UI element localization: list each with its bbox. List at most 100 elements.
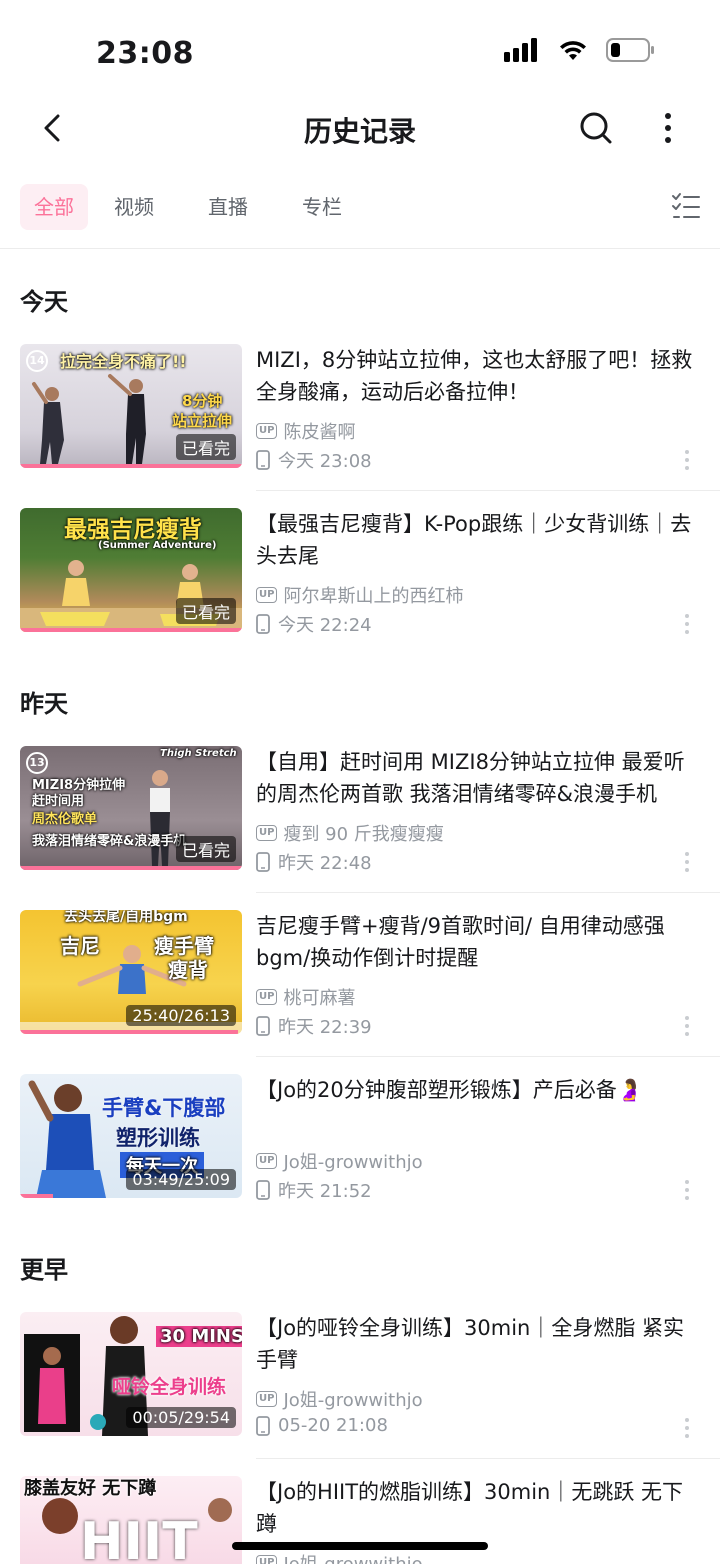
thumbnail-caption: (Summer Adventure) xyxy=(98,540,217,551)
tab-article[interactable]: 专栏 xyxy=(288,184,356,230)
thumbnail-caption: 8分钟 xyxy=(182,392,223,410)
item-more-button[interactable] xyxy=(680,1178,694,1202)
vertical-dots-icon xyxy=(685,450,689,470)
thumbnail-caption: 手臂&下腹部 xyxy=(102,1096,226,1120)
thumbnail-caption: 膝盖友好 无下蹲 xyxy=(24,1478,157,1499)
watch-progress-bar xyxy=(20,1030,238,1034)
video-thumbnail[interactable]: 去头去尾/自用bgm 吉尼 瘦手臂 瘦背 25:40/26:13 xyxy=(20,910,242,1034)
video-title[interactable]: 【Jo的哑铃全身训练】30min｜全身燃脂 紧实手臂 xyxy=(256,1312,702,1376)
tab-all[interactable]: 全部 xyxy=(20,184,88,230)
tab-video[interactable]: 视频 xyxy=(100,184,168,230)
uploader[interactable]: UP Jo姐-growwithjo xyxy=(256,1386,423,1412)
search-button[interactable] xyxy=(578,108,614,148)
video-thumbnail[interactable]: 30 MINS 哑铃全身训练 00:05/29:54 xyxy=(20,1312,242,1436)
uploader[interactable]: UP 陈皮酱啊 xyxy=(256,418,355,444)
home-indicator[interactable] xyxy=(232,1542,488,1550)
thumbnail-caption: 去头去尾/自用bgm xyxy=(64,910,188,925)
search-icon xyxy=(580,112,612,144)
up-icon: UP xyxy=(256,1153,278,1169)
watch-progress-time: 03:49/25:09 xyxy=(126,1169,236,1190)
up-icon: UP xyxy=(256,825,278,841)
video-thumbnail[interactable]: 13 Thigh Stretch MIZI8分钟拉伸 赶时间用 周杰伦歌单 我落… xyxy=(20,746,242,870)
video-title[interactable]: 吉尼瘦手臂+瘦背/9首歌时间/ 自用律动感强bgm/换动作倒计时提醒 xyxy=(256,910,702,974)
item-more-button[interactable] xyxy=(680,448,694,472)
thumbnail-caption: 最强吉尼瘦背 xyxy=(64,517,202,543)
more-options-button[interactable] xyxy=(656,108,680,148)
tab-live[interactable]: 直播 xyxy=(194,184,262,230)
video-thumbnail[interactable]: 膝盖友好 无下蹲 HIIT xyxy=(20,1476,242,1564)
thumbnail-caption: 赶时间用 xyxy=(32,794,85,809)
nav-bar: 历史记录 xyxy=(0,100,720,156)
up-icon: UP xyxy=(256,1555,278,1564)
item-more-button[interactable] xyxy=(680,850,694,874)
watch-progress-time: 00:05/29:54 xyxy=(126,1407,236,1428)
history-item[interactable]: 膝盖友好 无下蹲 HIIT 【Jo的HIIT的燃脂训练】30min｜无跳跃 无下… xyxy=(0,1476,720,1564)
status-icons xyxy=(504,38,656,62)
history-item[interactable]: 去头去尾/自用bgm 吉尼 瘦手臂 瘦背 25:40/26:13 吉尼瘦手臂+瘦… xyxy=(0,910,720,1074)
vertical-dots-icon xyxy=(685,852,689,872)
watch-time-text: 05-20 21:08 xyxy=(278,1415,388,1436)
uploader[interactable]: UP Jo姐-growwithjo xyxy=(256,1550,423,1564)
watch-time-text: 今天 23:08 xyxy=(278,451,372,472)
phone-device-icon xyxy=(256,1180,270,1200)
history-item[interactable]: 最强吉尼瘦背 (Summer Adventure) 已看完 【最强吉尼瘦背】K-… xyxy=(0,508,720,672)
history-item[interactable]: 手臂&下腹部 塑形训练 每天一次 03:49/25:09 【Jo的20分钟腹部塑… xyxy=(0,1074,720,1238)
watch-time: 昨天 22:39 xyxy=(256,1013,372,1039)
history-item[interactable]: 13 Thigh Stretch MIZI8分钟拉伸 赶时间用 周杰伦歌单 我落… xyxy=(0,746,720,910)
status-bar: 23:08 xyxy=(0,0,720,100)
video-thumbnail[interactable]: 最强吉尼瘦背 (Summer Adventure) 已看完 xyxy=(20,508,242,632)
up-icon: UP xyxy=(256,989,278,1005)
checklist-icon xyxy=(672,193,700,218)
uploader-name: 阿尔卑斯山上的西红柿 xyxy=(283,586,464,607)
watch-progress-bar xyxy=(20,628,242,632)
phone-device-icon xyxy=(256,852,270,872)
section-title-earlier: 更早 xyxy=(20,1256,68,1284)
phone-device-icon xyxy=(256,450,270,470)
uploader[interactable]: UP Jo姐-growwithjo xyxy=(256,1148,423,1174)
video-thumbnail[interactable]: 手臂&下腹部 塑形训练 每天一次 03:49/25:09 xyxy=(20,1074,242,1198)
uploader-name: 瘦到 90 斤我瘦瘦瘦 xyxy=(283,824,444,845)
uploader[interactable]: UP 瘦到 90 斤我瘦瘦瘦 xyxy=(256,820,444,846)
wifi-icon xyxy=(560,41,586,60)
video-title[interactable]: MIZI，8分钟站立拉伸，这也太舒服了吧！拯救全身酸痛，运动后必备拉伸！ xyxy=(256,344,702,408)
thumbnail-caption: HIIT xyxy=(80,1512,198,1564)
item-more-button[interactable] xyxy=(680,1416,694,1440)
thumbnail-caption: 拉完全身不痛了!! xyxy=(60,352,187,371)
watch-time: 昨天 22:48 xyxy=(256,849,372,875)
uploader-name: Jo姐-growwithjo xyxy=(283,1390,423,1411)
item-divider xyxy=(256,892,720,893)
video-title[interactable]: 【Jo的HIIT的燃脂训练】30min｜无跳跃 无下蹲 xyxy=(256,1476,702,1540)
uploader[interactable]: UP 阿尔卑斯山上的西红柿 xyxy=(256,582,463,608)
watch-status-badge: 已看完 xyxy=(175,836,236,862)
item-more-button[interactable] xyxy=(680,612,694,636)
thumbnail-caption: Thigh Stretch xyxy=(160,748,237,759)
vertical-dots-icon xyxy=(665,113,671,143)
video-thumbnail[interactable]: 14 拉完全身不痛了!! 8分钟 站立拉伸 已看完 xyxy=(20,344,242,468)
item-divider xyxy=(256,1458,720,1459)
watch-progress-bar xyxy=(20,1194,54,1198)
video-title[interactable]: 【最强吉尼瘦背】K-Pop跟练｜少女背训练｜去头去尾 xyxy=(256,508,702,572)
thumbnail-caption: 我落泪情绪零碎&浪漫手机 xyxy=(32,834,187,849)
batch-manage-button[interactable] xyxy=(670,190,702,222)
episode-number-badge: 14 xyxy=(26,350,48,372)
uploader-name: Jo姐-growwithjo xyxy=(283,1550,422,1564)
watch-time-text: 今天 22:24 xyxy=(278,615,372,636)
up-icon: UP xyxy=(256,1391,278,1407)
watch-time: 今天 22:24 xyxy=(256,611,372,637)
video-title[interactable]: 【Jo的20分钟腹部塑形锻炼】产后必备🤰 xyxy=(256,1074,702,1106)
vertical-dots-icon xyxy=(685,1016,689,1036)
watch-progress-bar xyxy=(20,866,242,870)
video-title[interactable]: 【自用】赶时间用 MIZI8分钟站立拉伸 最爱听的周杰伦两首歌 我落泪情绪零碎&… xyxy=(256,746,702,810)
status-time: 23:08 xyxy=(96,36,194,71)
history-item[interactable]: 30 MINS 哑铃全身训练 00:05/29:54 【Jo的哑铃全身训练】30… xyxy=(0,1312,720,1476)
item-divider xyxy=(256,1056,720,1057)
uploader-name: 桃可麻薯 xyxy=(283,988,356,1009)
uploader[interactable]: UP 桃可麻薯 xyxy=(256,984,355,1010)
watch-time-text: 昨天 22:39 xyxy=(278,1017,372,1038)
history-item[interactable]: 14 拉完全身不痛了!! 8分钟 站立拉伸 已看完 MIZI，8分钟站立拉伸，这… xyxy=(0,344,720,508)
up-icon: UP xyxy=(256,423,278,439)
item-more-button[interactable] xyxy=(680,1014,694,1038)
watch-time: 今天 23:08 xyxy=(256,447,372,473)
vertical-dots-icon xyxy=(685,1418,689,1438)
phone-device-icon xyxy=(256,614,270,634)
